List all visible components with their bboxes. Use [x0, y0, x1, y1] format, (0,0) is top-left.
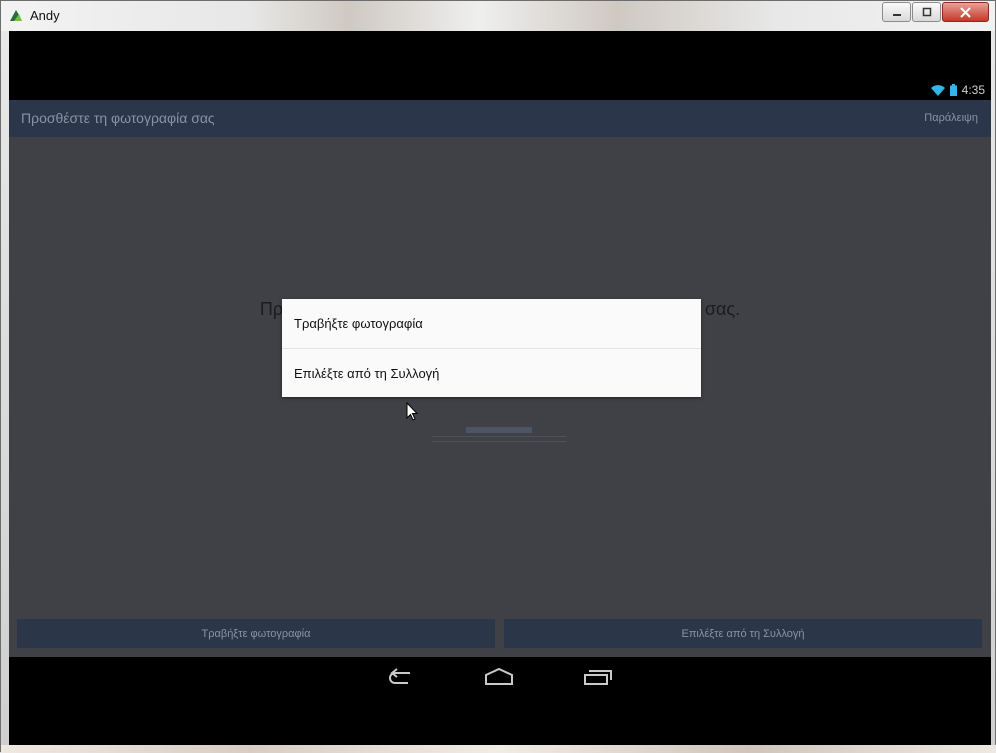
recent-apps-icon[interactable]	[583, 666, 613, 688]
navigation-bar	[9, 657, 991, 697]
window-titlebar[interactable]: Andy	[1, 1, 995, 31]
action-bar: Προσθέστε τη φωτογραφία σας Παράλειψη	[9, 100, 991, 137]
page-title: Προσθέστε τη φωτογραφία σας	[21, 110, 215, 126]
battery-icon	[949, 84, 957, 96]
home-icon[interactable]	[484, 666, 514, 688]
mouse-cursor-icon	[406, 402, 418, 421]
wifi-icon	[930, 84, 945, 96]
app-window: Andy 4:35 Προσθέστε τη φωτογραφία σας Πα…	[0, 0, 996, 753]
status-time: 4:35	[961, 83, 985, 97]
restore-button[interactable]	[912, 2, 941, 22]
content-area: Προσθέστε εικόνα προφίλ, για να σας βρίσ…	[9, 137, 991, 657]
window-title: Andy	[30, 8, 60, 23]
bottom-button-bar: Τραβήξτε φωτογραφία Επιλέξτε από τη Συλλ…	[9, 619, 991, 649]
close-button[interactable]	[942, 2, 989, 22]
minimize-icon	[892, 14, 901, 16]
status-bar: 4:35	[9, 80, 991, 100]
back-icon[interactable]	[386, 666, 416, 688]
dialog-choose-gallery-option[interactable]: Επιλέξτε από τη Συλλογή	[282, 348, 701, 397]
skip-button[interactable]: Παράλειψη	[924, 112, 978, 124]
andy-logo-icon	[10, 10, 22, 21]
photo-source-dialog: Τραβήξτε φωτογραφία Επιλέξτε από τη Συλλ…	[282, 299, 701, 397]
dialog-take-photo-option[interactable]: Τραβήξτε φωτογραφία	[282, 299, 701, 348]
take-photo-button[interactable]: Τραβήξτε φωτογραφία	[17, 619, 495, 648]
minimize-button[interactable]	[882, 2, 911, 22]
restore-icon	[922, 7, 931, 17]
close-icon	[960, 6, 971, 18]
profile-placeholder-graphic	[432, 427, 566, 443]
choose-from-gallery-button[interactable]: Επιλέξτε από τη Συλλογή	[504, 619, 982, 648]
